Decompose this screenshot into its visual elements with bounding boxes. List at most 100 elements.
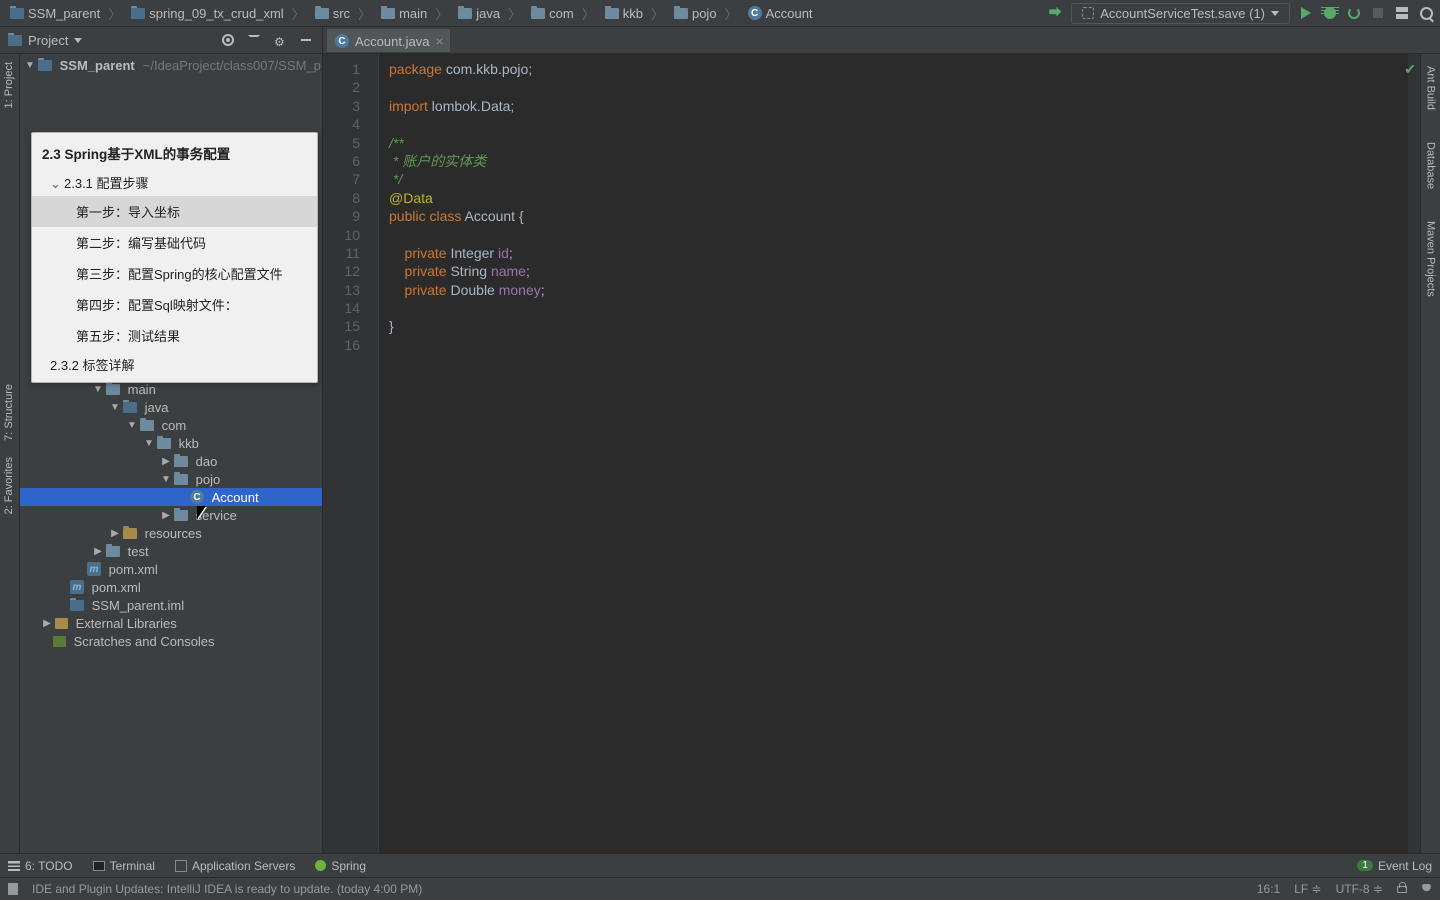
hammer-icon	[1049, 7, 1061, 19]
popup-step-1[interactable]: 第一步：导入坐标	[32, 196, 317, 227]
crumb-spring09[interactable]: spring_09_tx_crud_xml〉	[127, 2, 308, 25]
library-icon	[55, 618, 68, 629]
tree-resources[interactable]: ▶ resources	[20, 524, 322, 542]
tree-account-class[interactable]: C Account	[20, 488, 322, 506]
status-bar: IDE and Plugin Updates: IntelliJ IDEA is…	[0, 877, 1440, 900]
close-tab-button[interactable]: ×	[435, 34, 443, 48]
rerun-button[interactable]	[1346, 5, 1362, 21]
stop-button[interactable]	[1370, 5, 1386, 21]
project-view-selector[interactable]: Project	[8, 33, 214, 48]
main-area: 1: Project 7: Structure 2: Favorites ▼ S…	[0, 54, 1440, 853]
popup-step-3[interactable]: 第三步：配置Spring的核心配置文件	[32, 258, 317, 289]
tree-service[interactable]: ▶ service	[20, 506, 322, 524]
mouse-cursor	[197, 506, 209, 524]
tree-pom-child[interactable]: m pom.xml	[20, 560, 322, 578]
crumb-kkb[interactable]: kkb〉	[601, 2, 668, 25]
tree-dao[interactable]: ▶ dao	[20, 452, 322, 470]
error-stripe[interactable]	[1408, 54, 1420, 853]
status-message[interactable]: IDE and Plugin Updates: IntelliJ IDEA is…	[32, 882, 422, 896]
tree-iml[interactable]: SSM_parent.iml	[20, 596, 322, 614]
hide-button[interactable]	[298, 32, 314, 48]
module-icon	[10, 8, 24, 19]
todo-icon	[8, 861, 20, 871]
settings-button[interactable]	[272, 32, 288, 48]
popup-section-231[interactable]: 2.3.1 配置步骤	[32, 169, 317, 196]
tool-tab-database[interactable]: Database	[1422, 134, 1440, 197]
tool-tab-todo[interactable]: 6: TODO	[8, 859, 73, 873]
maven-icon: m	[87, 562, 101, 576]
tool-tab-project[interactable]: 1: Project	[0, 54, 18, 116]
editor-tab-account[interactable]: C Account.java ×	[327, 29, 450, 52]
tree-pom-parent[interactable]: m pom.xml	[20, 578, 322, 596]
popup-step-2[interactable]: 第二步：编写基础代码	[32, 227, 317, 258]
line-number-gutter[interactable]: 1234 5678 9101112 13141516	[323, 54, 379, 853]
code-editor[interactable]: 1234 5678 9101112 13141516 package com.k…	[323, 54, 1420, 853]
event-count-badge: 1	[1357, 860, 1373, 871]
tool-tab-structure[interactable]: 7: Structure	[0, 376, 18, 449]
tree-pojo[interactable]: ▼ pojo	[20, 470, 322, 488]
tool-tab-maven[interactable]: Maven Projects	[1422, 213, 1440, 305]
tree-root[interactable]: ▼ SSM_parent~/IdeaProject/class007/SSM_p	[20, 56, 322, 74]
chevron-down-icon	[74, 38, 82, 43]
popup-step-4[interactable]: 第四步：配置Sql映射文件：	[32, 289, 317, 320]
tool-tab-favorites[interactable]: 2: Favorites	[0, 449, 18, 522]
line-separator[interactable]: LF ≑	[1294, 882, 1321, 896]
run-button[interactable]	[1298, 5, 1314, 21]
folder-icon	[174, 474, 188, 485]
search-icon	[1420, 7, 1433, 20]
tool-tab-ant[interactable]: Ant Build	[1422, 58, 1440, 118]
project-panel-header: Project	[0, 27, 323, 53]
tool-row: Project C Account.java ×	[0, 27, 1440, 54]
search-everywhere-button[interactable]	[1418, 5, 1434, 21]
tool-tab-appservers[interactable]: Application Servers	[175, 859, 295, 873]
tool-tab-spring[interactable]: Spring	[315, 859, 366, 873]
run-config-selector[interactable]: AccountServiceTest.save (1)	[1071, 3, 1290, 24]
crumb-account[interactable]: CAccount	[744, 4, 817, 23]
popup-step-5[interactable]: 第五步：测试结果	[32, 320, 317, 351]
code-area[interactable]: package com.kkb.pojo; import lombok.Data…	[379, 54, 1408, 853]
readonly-lock-icon[interactable]	[1397, 886, 1407, 893]
crumb-com[interactable]: com〉	[527, 2, 599, 25]
cursor-position[interactable]: 16:1	[1257, 882, 1280, 896]
project-icon	[8, 35, 22, 46]
notification-icon[interactable]	[8, 883, 18, 895]
crumb-pojo[interactable]: pojo〉	[670, 2, 742, 25]
minus-icon	[301, 39, 311, 41]
scroll-from-source-button[interactable]	[220, 32, 236, 48]
folder-icon	[106, 546, 120, 557]
tree-java[interactable]: ▼ java	[20, 398, 322, 416]
tool-tab-terminal[interactable]: Terminal	[93, 859, 155, 873]
project-title: Project	[28, 33, 68, 48]
folder-icon	[315, 8, 329, 19]
crumb-main[interactable]: main〉	[377, 2, 452, 25]
test-config-icon	[1082, 7, 1094, 19]
layout-button[interactable]	[1394, 5, 1410, 21]
left-tool-strip: 1: Project 7: Structure 2: Favorites	[0, 54, 20, 853]
crumb-java[interactable]: java〉	[454, 2, 525, 25]
file-encoding[interactable]: UTF-8 ≑	[1336, 882, 1383, 896]
iml-icon	[70, 600, 84, 611]
folder-icon	[531, 8, 545, 19]
debug-button[interactable]	[1322, 5, 1338, 21]
source-folder-icon	[123, 402, 137, 413]
hector-icon[interactable]	[1421, 884, 1432, 895]
tree-external-libraries[interactable]: ▶ External Libraries	[20, 614, 322, 632]
bug-icon	[1324, 7, 1336, 19]
folder-icon	[381, 8, 395, 19]
tree-test[interactable]: ▶ test	[20, 542, 322, 560]
toolbar-right: AccountServiceTest.save (1)	[1047, 3, 1434, 24]
tool-tab-eventlog[interactable]: 1Event Log	[1357, 859, 1432, 873]
tree-kkb[interactable]: ▼ kkb	[20, 434, 322, 452]
popup-section-232[interactable]: 2.3.2 标签详解	[32, 351, 317, 382]
inspection-ok-icon[interactable]: ✔	[1404, 60, 1416, 78]
maven-icon: m	[70, 580, 84, 594]
collapse-all-button[interactable]	[246, 32, 262, 48]
run-config-label: AccountServiceTest.save (1)	[1100, 6, 1265, 21]
folder-icon	[140, 420, 154, 431]
tree-scratches[interactable]: Scratches and Consoles	[20, 632, 322, 650]
crumb-src[interactable]: src〉	[311, 2, 375, 25]
crumb-ssm-parent[interactable]: SSM_parent〉	[6, 2, 125, 25]
tree-com[interactable]: ▼ com	[20, 416, 322, 434]
class-icon: C	[190, 490, 204, 504]
build-button[interactable]	[1047, 5, 1063, 21]
